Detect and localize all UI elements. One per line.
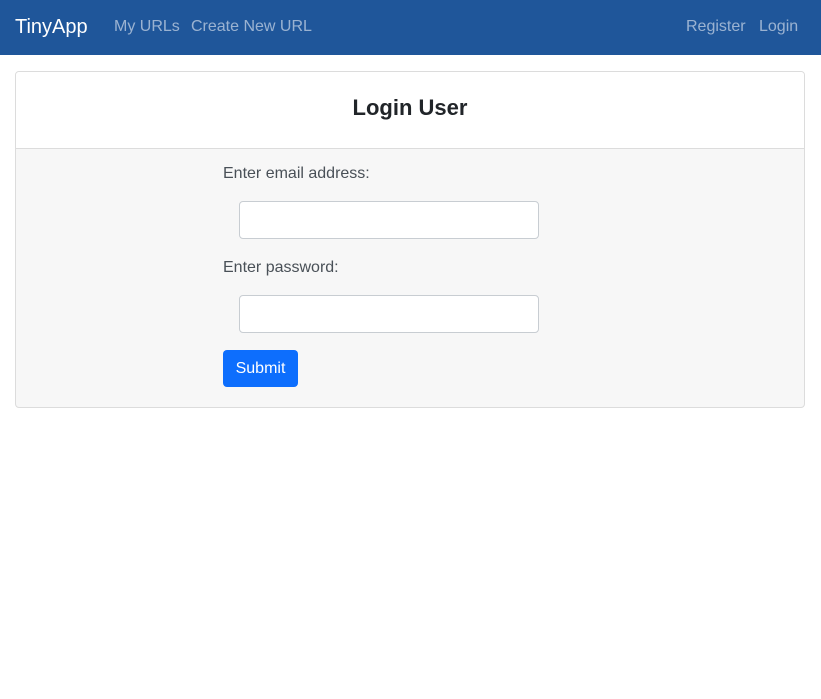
- brand-link[interactable]: TinyApp: [15, 15, 88, 39]
- nav-create-new-url-link[interactable]: Create New URL: [191, 17, 312, 37]
- nav-login-link[interactable]: Login: [759, 17, 798, 37]
- submit-button[interactable]: Submit: [223, 350, 298, 387]
- page-title: Login User: [352, 95, 468, 120]
- nav-my-urls-link[interactable]: My URLs: [114, 17, 180, 37]
- password-field[interactable]: [239, 295, 539, 333]
- top-navbar: TinyApp My URLs Create New URL Register …: [0, 0, 821, 55]
- email-field[interactable]: [239, 201, 539, 239]
- password-label: Enter password:: [223, 259, 339, 276]
- nav-register-link[interactable]: Register: [686, 17, 746, 37]
- login-card: Login User Enter email address: Enter pa…: [15, 71, 805, 408]
- email-label: Enter email address:: [223, 165, 370, 182]
- card-header: Login User: [16, 72, 804, 149]
